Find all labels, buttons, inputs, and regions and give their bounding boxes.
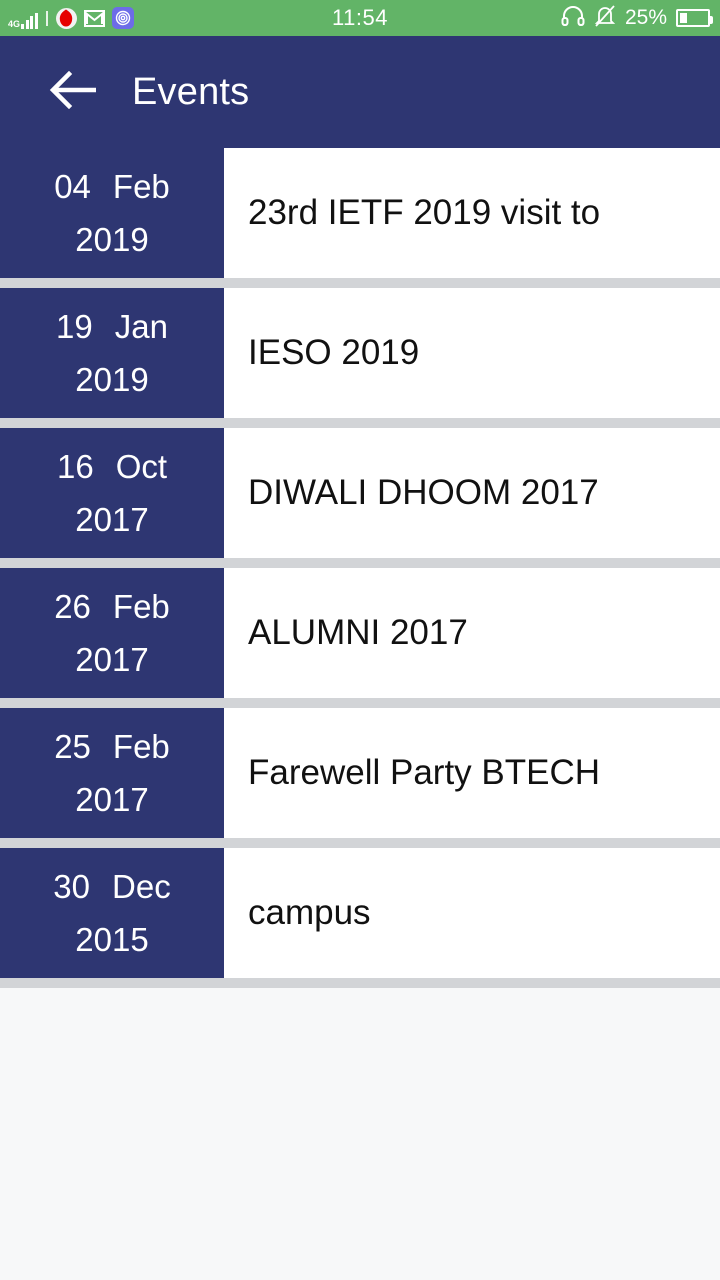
event-year: 2017 bbox=[75, 641, 149, 678]
event-month: Oct bbox=[115, 447, 168, 485]
event-date-block: 16 Oct 2017 bbox=[0, 428, 224, 558]
event-row[interactable]: 30 Dec 2015 campus bbox=[0, 848, 720, 988]
battery-percent-label: 25% bbox=[624, 6, 667, 29]
event-title: ALUMNI 2017 bbox=[248, 613, 468, 652]
page-title: Events bbox=[132, 70, 250, 113]
event-year: 2019 bbox=[75, 221, 149, 258]
event-year: 2019 bbox=[75, 361, 149, 398]
event-day: 26 bbox=[54, 587, 91, 625]
battery-fill bbox=[680, 13, 687, 23]
event-year: 2017 bbox=[75, 781, 149, 818]
event-list: 04 Feb 2019 23rd IETF 2019 visit to 19 Jan 201… bbox=[0, 148, 720, 988]
arrow-left-icon bbox=[48, 70, 98, 114]
event-title: 23rd IETF 2019 visit to bbox=[248, 193, 601, 232]
event-year: 2017 bbox=[75, 501, 149, 538]
event-row[interactable]: 19 Jan 2019 IESO 2019 bbox=[0, 288, 720, 428]
event-date-block: 25 Feb 2017 bbox=[0, 708, 224, 838]
event-month: Jan bbox=[114, 307, 168, 345]
event-title: IESO 2019 bbox=[248, 333, 420, 372]
spiral-app-icon bbox=[111, 7, 134, 29]
event-title: Farewell Party BTECH bbox=[248, 753, 601, 792]
event-month: Feb bbox=[112, 587, 170, 625]
event-title: DIWALI DHOOM 2017 bbox=[248, 473, 599, 512]
event-date-block: 26 Feb 2017 bbox=[0, 568, 224, 698]
event-date-day-month: 30 Dec bbox=[53, 860, 170, 913]
status-bar-right-icons: 25% bbox=[561, 4, 713, 33]
list-empty-area bbox=[0, 988, 720, 1224]
back-button[interactable] bbox=[46, 65, 100, 119]
event-day: 04 bbox=[54, 167, 91, 205]
event-date-day-month: 25 Feb bbox=[54, 720, 170, 773]
event-date-block: 04 Feb 2019 bbox=[0, 148, 224, 278]
event-row[interactable]: 25 Feb 2017 Farewell Party BTECH bbox=[0, 708, 720, 848]
event-year: 2015 bbox=[75, 921, 149, 958]
vodafone-icon bbox=[55, 7, 77, 29]
status-divider bbox=[45, 10, 48, 26]
headset-icon bbox=[561, 5, 585, 32]
network-type-label: 4G bbox=[8, 19, 21, 29]
event-date-day-month: 19 Jan bbox=[56, 300, 168, 353]
status-bar: 4G 11:54 25% bbox=[0, 0, 720, 36]
event-row[interactable]: 04 Feb 2019 23rd IETF 2019 visit to bbox=[0, 148, 720, 288]
event-day: 16 bbox=[56, 447, 94, 485]
event-month: Feb bbox=[112, 727, 170, 765]
gmail-icon bbox=[83, 9, 105, 27]
event-row[interactable]: 26 Feb 2017 ALUMNI 2017 bbox=[0, 568, 720, 708]
event-date-day-month: 16 Oct bbox=[57, 440, 167, 493]
event-month: Dec bbox=[112, 867, 171, 905]
signal-strength-icon: 4G bbox=[8, 7, 38, 29]
event-month: Feb bbox=[112, 167, 170, 205]
event-date-day-month: 04 Feb bbox=[54, 160, 170, 213]
battery-icon bbox=[676, 9, 713, 27]
bell-muted-icon bbox=[594, 4, 616, 33]
event-date-block: 30 Dec 2015 bbox=[0, 848, 224, 978]
event-date-block: 19 Jan 2019 bbox=[0, 288, 224, 418]
event-day: 19 bbox=[56, 307, 93, 345]
status-bar-left-icons: 4G bbox=[8, 7, 134, 29]
app-bar: Events bbox=[0, 36, 720, 148]
signal-bars-icon bbox=[21, 13, 38, 29]
event-day: 25 bbox=[54, 727, 91, 765]
event-row[interactable]: 16 Oct 2017 DIWALI DHOOM 2017 bbox=[0, 428, 720, 568]
event-title: campus bbox=[248, 893, 371, 932]
event-day: 30 bbox=[53, 867, 91, 905]
event-date-day-month: 26 Feb bbox=[54, 580, 170, 633]
